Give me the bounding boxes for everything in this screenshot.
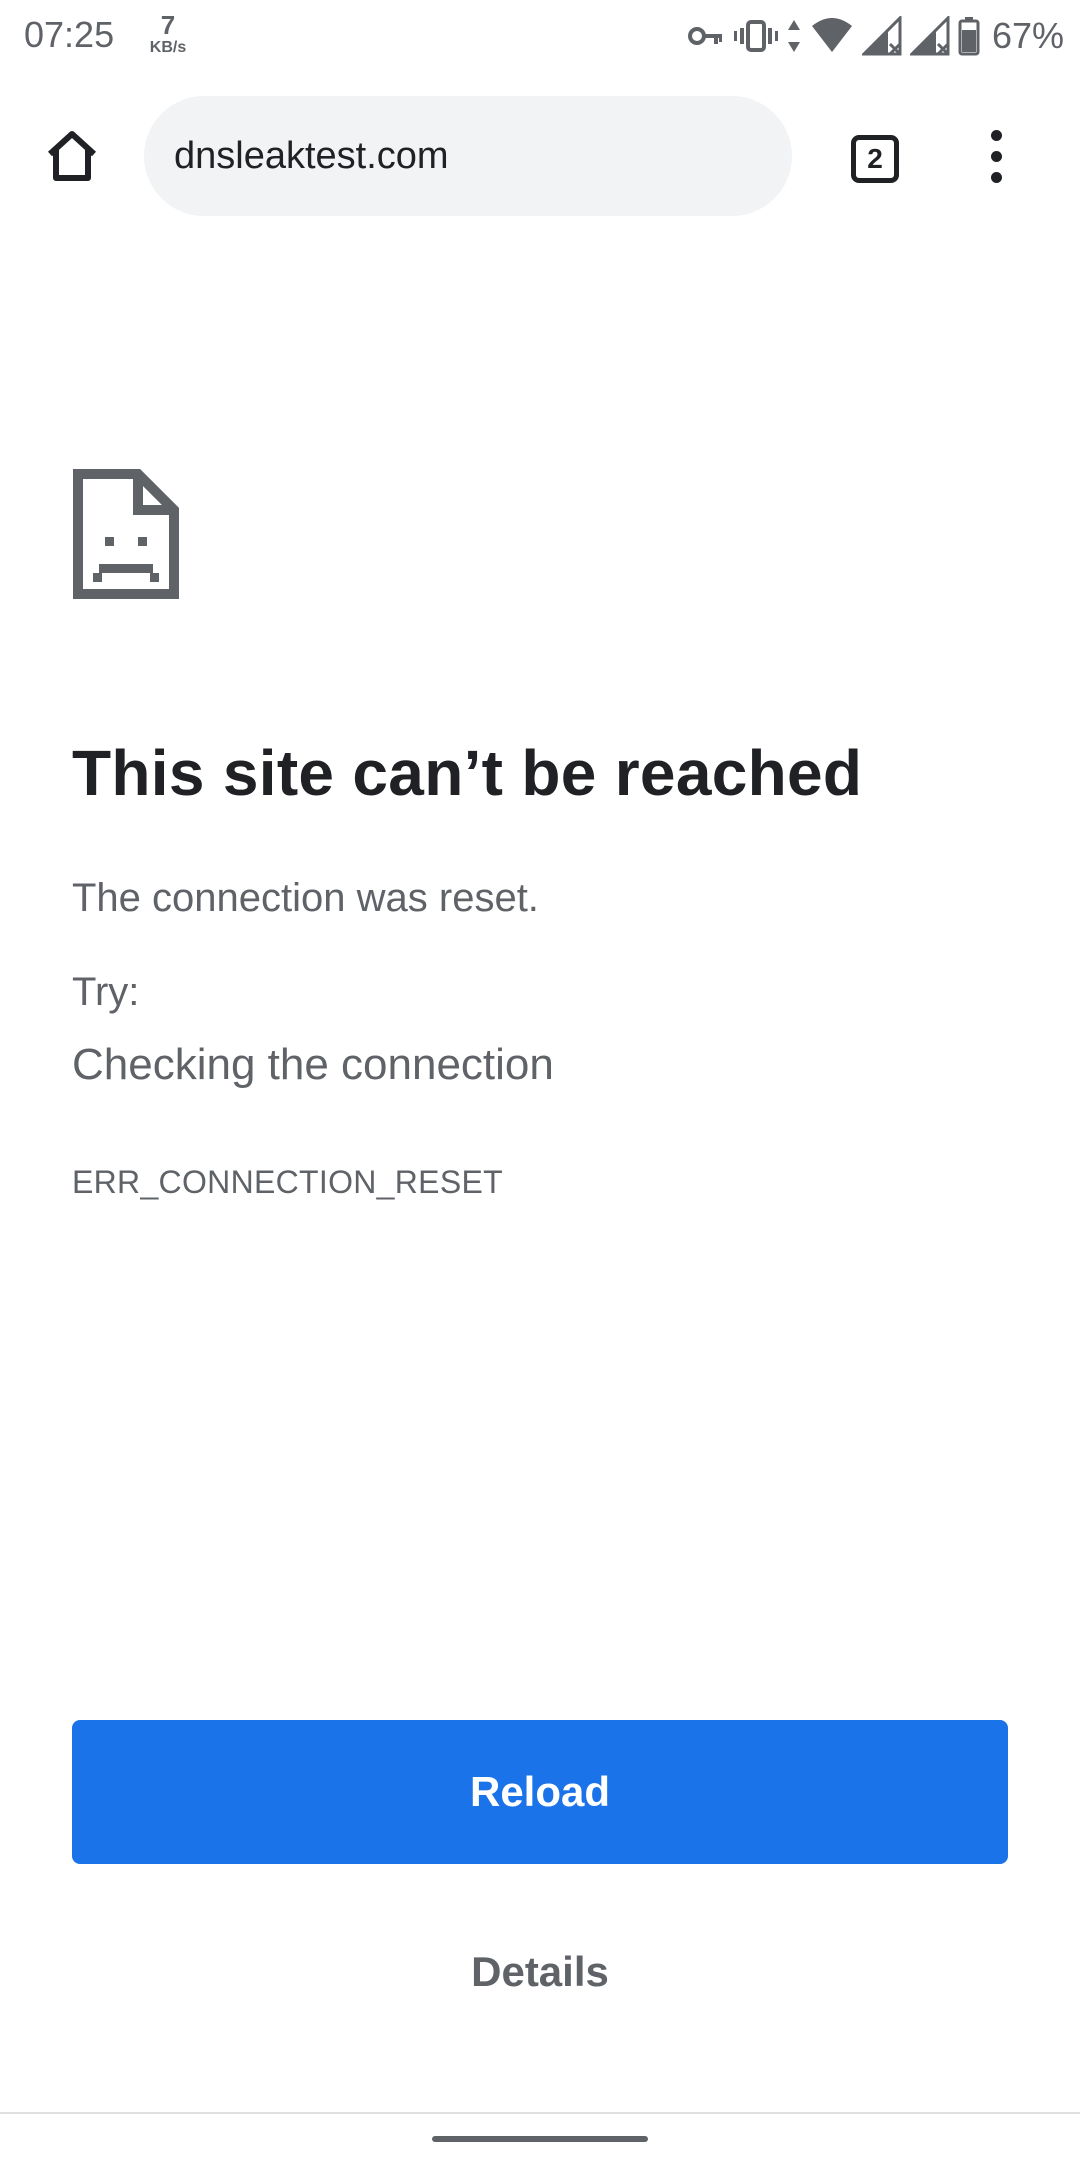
overflow-menu-icon bbox=[990, 129, 1002, 141]
status-time: 07:25 bbox=[24, 14, 115, 55]
overflow-menu-button[interactable] bbox=[972, 120, 1020, 192]
signal-no-data-icon bbox=[861, 16, 902, 56]
reload-button[interactable]: Reload bbox=[72, 1720, 1008, 1864]
error-description: The connection was reset. bbox=[72, 876, 539, 920]
home-button[interactable] bbox=[36, 120, 108, 192]
url-text: dnsleaktest.com bbox=[174, 134, 449, 177]
url-bar[interactable]: dnsleaktest.com bbox=[144, 96, 792, 216]
nav-divider bbox=[0, 2112, 1080, 2114]
wifi-icon bbox=[810, 16, 854, 56]
network-speed-unit: KB/s bbox=[149, 39, 187, 56]
browser-toolbar: dnsleaktest.com 2 bbox=[0, 72, 1080, 240]
suggestion-item: Checking the connection bbox=[72, 1040, 554, 1089]
network-speed-indicator: 7 KB/s bbox=[144, 12, 192, 56]
try-label: Try: bbox=[72, 970, 140, 1014]
vibrate-icon bbox=[733, 16, 778, 56]
error-code: ERR_CONNECTION_RESET bbox=[72, 1164, 503, 1200]
sad-page-icon bbox=[72, 468, 180, 600]
signal-no-data-icon bbox=[909, 16, 950, 56]
status-icons: 67% bbox=[686, 12, 1064, 60]
data-arrows-icon bbox=[786, 16, 802, 56]
tab-switcher-icon: 2 bbox=[851, 135, 899, 183]
status-bar: 07:25 7 KB/s 67% bbox=[0, 0, 1080, 72]
tab-count: 2 bbox=[867, 143, 883, 174]
gesture-navigation-bar[interactable] bbox=[432, 2136, 648, 2142]
battery-icon bbox=[958, 16, 980, 56]
vpn-key-icon bbox=[686, 16, 726, 56]
details-button[interactable]: Details bbox=[72, 1920, 1008, 2024]
home-icon bbox=[47, 131, 97, 181]
network-speed-value: 7 bbox=[160, 10, 176, 40]
tab-switcher-button[interactable]: 2 bbox=[842, 126, 908, 192]
error-title: This site can’t be reached bbox=[72, 737, 863, 809]
battery-percentage: 67% bbox=[991, 15, 1064, 56]
